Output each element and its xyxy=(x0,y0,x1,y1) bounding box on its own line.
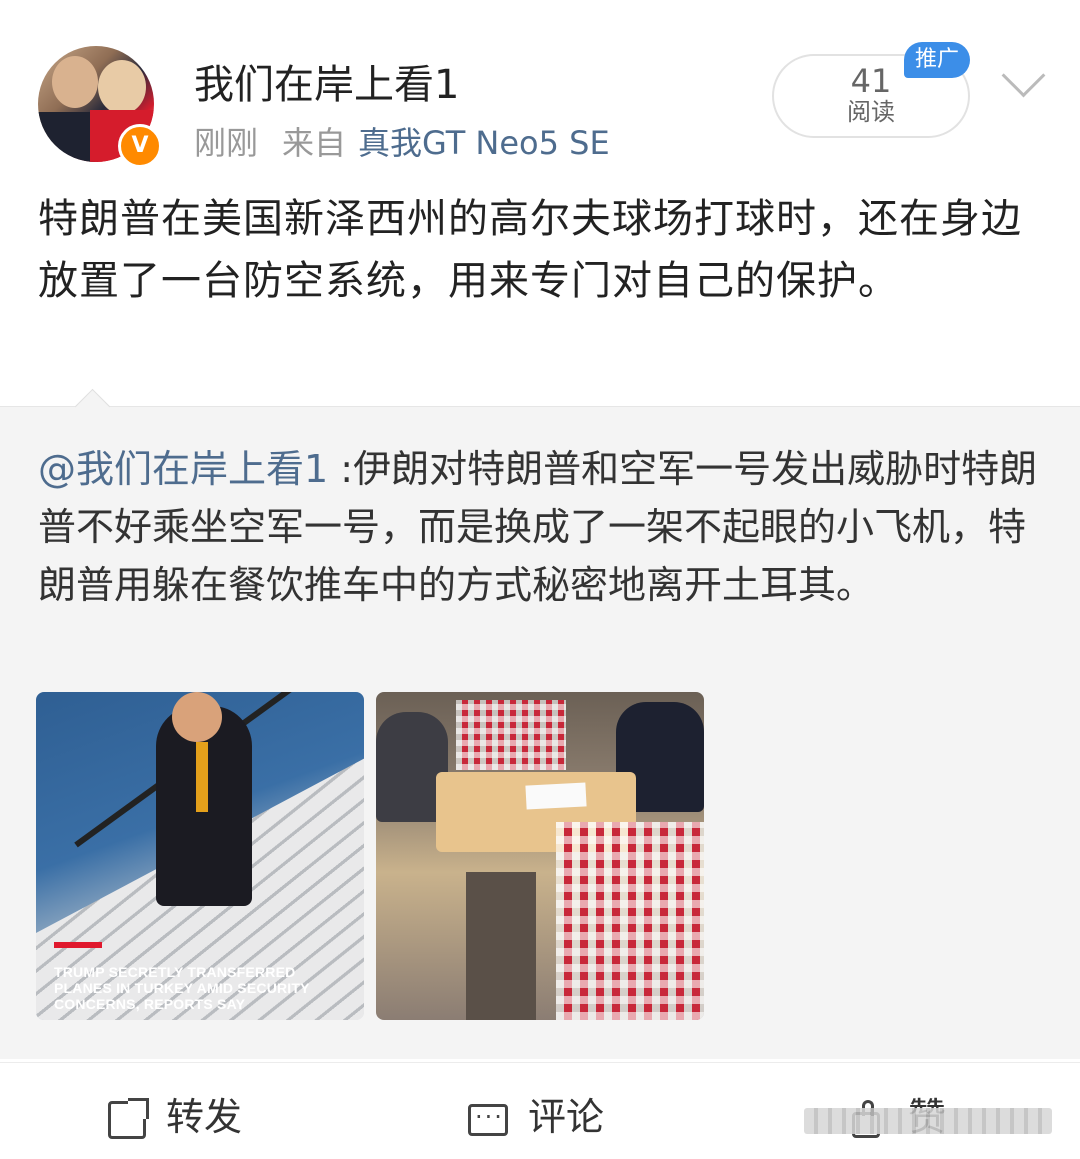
post-header: V 我们在岸上看1 刚刚 来自 真我GT Neo5 SE 41 阅读 推广 xyxy=(0,0,1080,180)
read-label: 阅读 xyxy=(847,98,895,126)
post-text: 特朗普在美国新泽西州的高尔夫球场打球时，还在身边放置了一台防空系统，用来专门对自… xyxy=(38,196,1022,304)
comment-button[interactable]: 评论 xyxy=(468,1093,604,1141)
repost-text: @我们在岸上看1 :伊朗对特朗普和空军一号发出威胁时特朗普不好乘坐空军一号，而是… xyxy=(38,440,1048,614)
username[interactable]: 我们在岸上看1 xyxy=(194,52,459,110)
source-prefix: 来自 xyxy=(282,124,347,162)
image-foreground-arm xyxy=(466,872,536,1020)
forward-label: 转发 xyxy=(166,1095,243,1139)
avatar-face-left xyxy=(52,56,98,108)
repost-image-1[interactable]: TRUMP SECRETLY TRANSFERRED PLANES IN TUR… xyxy=(36,692,364,1020)
avatar-face-right xyxy=(98,60,146,114)
forward-icon xyxy=(108,1097,149,1139)
image-checkered-cloth-front xyxy=(556,822,704,1020)
verified-icon: V xyxy=(118,124,162,168)
repost-image-2[interactable] xyxy=(376,692,704,1020)
chevron-down-icon[interactable] xyxy=(1001,53,1046,98)
promo-badge[interactable]: 推广 xyxy=(904,42,970,78)
post-meta: 刚刚 来自 真我GT Neo5 SE xyxy=(194,118,610,164)
image-person-tie xyxy=(196,742,208,812)
image-checkered-cloth-back xyxy=(456,700,566,770)
comment-label: 评论 xyxy=(528,1095,605,1139)
repost-mention[interactable]: @我们在岸上看1 xyxy=(38,447,328,491)
watermark-overlay xyxy=(804,1108,1052,1134)
image-caption-accent xyxy=(54,942,102,948)
image-person-head xyxy=(172,692,222,742)
image-caption: TRUMP SECRETLY TRANSFERRED PLANES IN TUR… xyxy=(54,964,310,1012)
forward-button[interactable]: 转发 xyxy=(108,1093,242,1141)
source-device[interactable]: 真我GT Neo5 SE xyxy=(358,124,610,162)
avatar-suit xyxy=(38,112,98,162)
comment-icon xyxy=(468,1093,508,1141)
post-time: 刚刚 xyxy=(194,124,259,162)
image-paper xyxy=(525,782,587,810)
